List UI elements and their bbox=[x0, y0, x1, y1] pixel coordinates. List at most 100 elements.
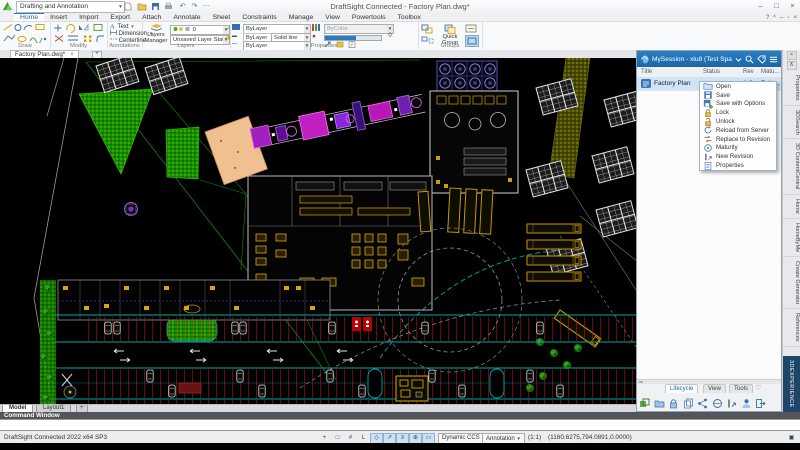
side-tab-home[interactable]: Home bbox=[783, 195, 800, 219]
modify-tools-icons[interactable] bbox=[52, 23, 105, 43]
workspace-selector[interactable]: Drafting and Annotation▼ bbox=[16, 1, 125, 13]
tab-annotate[interactable]: Annotate bbox=[167, 13, 206, 21]
column-title[interactable]: Title bbox=[641, 69, 652, 75]
no-plot-icon[interactable]: ● bbox=[312, 33, 316, 40]
tab-toolbox[interactable]: Toolbox bbox=[392, 13, 427, 21]
tab-attach[interactable]: Attach bbox=[136, 13, 167, 21]
grid-icon[interactable]: # bbox=[344, 433, 357, 444]
desktop-background bbox=[0, 443, 800, 450]
command-input[interactable] bbox=[0, 419, 800, 431]
side-tab-3dcontentcentral[interactable]: 3D ContentCentral bbox=[783, 139, 800, 194]
tab-import[interactable]: Import bbox=[73, 13, 104, 21]
column-status[interactable]: Status bbox=[703, 69, 720, 75]
annotation-scale-combo[interactable]: Annotation ▼ bbox=[482, 433, 525, 444]
hamburger-menu-icon[interactable] bbox=[769, 55, 778, 64]
collaborator-icon[interactable] bbox=[741, 398, 752, 409]
panel-close-icon[interactable]: × bbox=[787, 51, 797, 60]
tab-sheet[interactable]: Sheet bbox=[207, 13, 237, 21]
minimize-button[interactable]: – bbox=[753, 0, 768, 11]
tab-view[interactable]: View bbox=[319, 13, 346, 21]
print-icon[interactable] bbox=[164, 2, 175, 12]
layer-combo[interactable]: 0▼ bbox=[170, 25, 230, 35]
lock-icon[interactable] bbox=[668, 398, 679, 409]
tab-export[interactable]: Export bbox=[104, 13, 136, 21]
open-file-icon[interactable] bbox=[137, 2, 148, 12]
context-menu: Open Save Save with Options Lock Unlock … bbox=[699, 81, 777, 171]
lifecycle-toolbar bbox=[639, 398, 766, 409]
tab-manage[interactable]: Manage bbox=[283, 13, 320, 21]
tab-insert[interactable]: Insert bbox=[44, 13, 73, 21]
ribbon-collapse-icon[interactable]: ^ bbox=[773, 15, 776, 21]
workspace-label: Drafting and Annotation bbox=[20, 3, 88, 10]
group-label-draw: Draw bbox=[0, 43, 50, 49]
chevron-down-icon[interactable] bbox=[735, 55, 742, 64]
close-button[interactable]: × bbox=[785, 0, 800, 11]
column-rev[interactable]: Rev bbox=[743, 69, 754, 75]
dynamic-input-icon[interactable]: ⊕ bbox=[409, 433, 422, 444]
pointer-snap-icon[interactable]: + bbox=[318, 433, 331, 444]
tab-powertools[interactable]: Powertools bbox=[346, 13, 392, 21]
footer-tab-view[interactable]: View bbox=[703, 384, 726, 393]
units-icon[interactable]: ▭ bbox=[422, 433, 435, 444]
etrack-icon[interactable]: ↗ bbox=[383, 433, 396, 444]
side-tab-references[interactable]: References bbox=[783, 309, 800, 347]
side-tab-properties[interactable]: Properties bbox=[783, 71, 800, 106]
draw-tools-icons[interactable] bbox=[2, 23, 48, 43]
ortho-icon[interactable]: L bbox=[357, 433, 370, 444]
save-icon[interactable] bbox=[151, 2, 162, 12]
entity-snap-icon[interactable]: □ bbox=[331, 433, 344, 444]
horizontal-scrollbar[interactable] bbox=[637, 379, 781, 384]
revisions-icon[interactable] bbox=[683, 398, 694, 409]
3dexperience-brand-tab[interactable]: 3DEXPERIENCE bbox=[783, 356, 800, 412]
maximize-button[interactable]: □ bbox=[769, 0, 784, 11]
lineweight-icon[interactable]: ≡ bbox=[396, 433, 409, 444]
redo-icon[interactable]: ↷ bbox=[189, 2, 200, 12]
qat-customize-icon[interactable]: ⋯ bbox=[201, 2, 212, 12]
doc-minimize-icon[interactable]: – bbox=[780, 15, 783, 21]
chevron-down-icon: ▼ bbox=[130, 24, 134, 29]
column-maturity[interactable]: Matu... bbox=[761, 69, 779, 75]
print-style-combo: ByColor▼ bbox=[324, 24, 394, 34]
side-tab-3dsearch[interactable]: 3DSearch bbox=[783, 106, 800, 140]
transparency-slider[interactable] bbox=[324, 35, 382, 41]
group-label-groups: Groups bbox=[418, 43, 482, 49]
dynamic-ccs-button[interactable]: Dynamic CCS bbox=[438, 433, 484, 444]
side-tab-homebyme[interactable]: HomeByMe bbox=[783, 219, 800, 257]
new-file-icon[interactable] bbox=[124, 2, 135, 12]
group-icon[interactable] bbox=[421, 24, 434, 35]
document-window-controls: ? ^ – ▫ × bbox=[766, 13, 797, 22]
chevron-down-icon: ▼ bbox=[387, 25, 393, 33]
command-window-header[interactable]: Command Window bbox=[0, 412, 800, 419]
undo-icon[interactable]: ↶ bbox=[177, 2, 188, 12]
polar-icon[interactable]: ◇ bbox=[370, 433, 383, 444]
tag-icon[interactable] bbox=[757, 55, 766, 64]
maturity-icon[interactable] bbox=[712, 398, 723, 409]
explore-icon[interactable] bbox=[639, 398, 650, 409]
open-folder-icon[interactable] bbox=[654, 398, 665, 409]
footer-tab-lifecycle[interactable]: Lifecycle bbox=[665, 384, 698, 393]
help-icon[interactable]: ? bbox=[766, 15, 769, 21]
color-palette-icon[interactable] bbox=[312, 24, 320, 31]
text-tool[interactable]: A Text ▼ bbox=[110, 23, 135, 30]
side-tab-create-generator[interactable]: Create Generator bbox=[783, 257, 800, 310]
tab-constraints[interactable]: Constraints bbox=[236, 13, 282, 21]
tab-home[interactable]: Home bbox=[14, 13, 44, 21]
doc-close-icon[interactable]: × bbox=[793, 15, 797, 21]
transparency-value: 0 bbox=[385, 33, 395, 39]
menu-item-properties[interactable]: Properties bbox=[700, 161, 776, 170]
ribbon-tab-bar: Home Insert Import Export Attach Annotat… bbox=[0, 13, 800, 22]
share-icon[interactable] bbox=[697, 398, 708, 409]
panel-header: MySession - xlu8 (Test Space) (... bbox=[637, 51, 781, 67]
doc-restore-icon[interactable]: ▫ bbox=[787, 15, 789, 21]
document-tab[interactable]: Factory Plan.dwg*× bbox=[10, 50, 79, 58]
mysession-panel: MySession - xlu8 (Test Space) (... Title… bbox=[636, 50, 782, 412]
new-revision-icon[interactable] bbox=[726, 398, 737, 409]
tray-icon[interactable]: ▣ bbox=[785, 433, 798, 444]
edit-group-icon[interactable] bbox=[465, 24, 477, 33]
footer-tab-tools[interactable]: Tools bbox=[729, 384, 753, 393]
layers-manager-button[interactable]: Layers Manager bbox=[144, 24, 168, 44]
exit-icon[interactable] bbox=[755, 398, 766, 409]
panel-pin-icon[interactable]: ⊼ bbox=[787, 61, 797, 70]
search-icon[interactable] bbox=[745, 55, 754, 64]
favorite-heart-icon[interactable]: ♡ bbox=[755, 384, 761, 392]
